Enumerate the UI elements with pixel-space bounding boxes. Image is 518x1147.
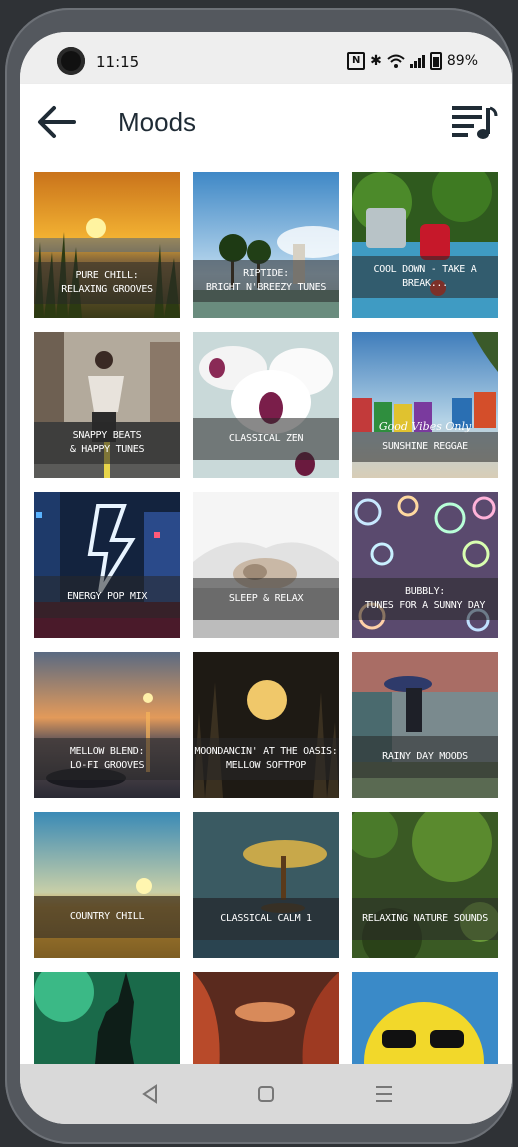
tile-label: CLASSICAL CALM 1 <box>220 913 312 924</box>
mood-tile[interactable]: MELLOW BLEND: LO-FI GROOVES <box>34 652 180 798</box>
battery-percent: 89% <box>446 53 478 69</box>
system-nav-bar <box>20 1064 512 1124</box>
app-header: Moods <box>20 84 512 159</box>
queue-button[interactable] <box>450 100 498 142</box>
mood-tile[interactable]: MOONDANCIN' AT THE OASIS: MELLOW SOFTPOP <box>193 652 339 798</box>
front-camera <box>57 47 85 75</box>
mood-tile[interactable]: CLASSICAL ZEN <box>193 332 339 478</box>
wifi-icon <box>387 54 405 68</box>
screen: 11:15 N ✱ 89% Moods PURE CHILL: RELAXING… <box>20 32 512 1124</box>
nav-home-button[interactable] <box>246 1078 286 1110</box>
mood-tile[interactable]: RELAXING NATURE SOUNDS <box>352 812 498 958</box>
moods-grid: PURE CHILL: RELAXING GROOVES RIPTIDE: BR… <box>20 158 512 1064</box>
tile-label: ENERGY POP MIX <box>66 591 148 602</box>
mood-tile[interactable]: COUNTRY CHILL <box>34 812 180 958</box>
mood-tile[interactable]: RAINY DAY MOODS <box>352 652 498 798</box>
tile-label: RELAXING NATURE SOUNDS <box>362 913 488 924</box>
mood-tile[interactable]: Good Vibes Only SUNSHINE REGGAE <box>352 332 498 478</box>
mood-tile[interactable]: COOL DOWN - TAKE A BREAK... <box>352 172 498 318</box>
back-button[interactable] <box>36 102 78 142</box>
tile-label: MELLOW BLEND: LO-FI GROOVES <box>69 746 145 771</box>
status-bar: 11:15 N ✱ 89% <box>20 32 512 84</box>
mood-tile[interactable] <box>352 972 498 1064</box>
mood-tile[interactable]: BUBBLY: TUNES FOR A SUNNY DAY <box>352 492 498 638</box>
nfc-icon: N <box>347 52 366 70</box>
menu-lines-icon <box>376 1086 392 1102</box>
page-title: Moods <box>118 107 197 137</box>
tile-label: PURE CHILL: RELAXING GROOVES <box>61 270 153 295</box>
tile-label: COOL DOWN - TAKE A BREAK... <box>373 264 477 289</box>
tile-label: SNAPPY BEATS & HAPPY TUNES <box>69 430 145 455</box>
nav-recents-button[interactable] <box>364 1078 404 1110</box>
mood-tile[interactable]: ENERGY POP MIX <box>34 492 180 638</box>
arrow-left-icon <box>38 106 76 138</box>
tile-label: SLEEP & RELAX <box>228 593 304 604</box>
nav-back-button[interactable] <box>130 1078 170 1110</box>
status-icons: N ✱ 89% <box>347 52 478 70</box>
tile-label: SUNSHINE REGGAE <box>382 441 468 452</box>
playlist-icon <box>452 106 498 139</box>
mood-tile[interactable]: RIPTIDE: BRIGHT N'BREEZY TUNES <box>193 172 339 318</box>
tile-label: COUNTRY CHILL <box>69 911 145 922</box>
mood-tile[interactable]: SNAPPY BEATS & HAPPY TUNES <box>34 332 180 478</box>
canyon-image <box>193 972 339 1064</box>
square-home-icon <box>258 1086 274 1102</box>
signal-icon <box>409 54 425 68</box>
mood-tile[interactable]: SLEEP & RELAX <box>193 492 339 638</box>
mood-tile[interactable] <box>193 972 339 1064</box>
battery-icon <box>429 52 442 70</box>
tile-label: CLASSICAL ZEN <box>228 433 304 444</box>
tile-label: BUBBLY: TUNES FOR A SUNNY DAY <box>364 586 486 611</box>
mood-tile[interactable] <box>34 972 180 1064</box>
tile-label: RIPTIDE: BRIGHT N'BREEZY TUNES <box>205 268 327 293</box>
mood-tile[interactable]: CLASSICAL CALM 1 <box>193 812 339 958</box>
bluetooth-icon: ✱ <box>370 53 382 69</box>
mood-tile[interactable]: PURE CHILL: RELAXING GROOVES <box>34 172 180 318</box>
tile-label: MOONDANCIN' AT THE OASIS: MELLOW SOFTPOP <box>194 746 338 771</box>
status-time: 11:15 <box>96 53 140 71</box>
smiley-sunglasses-image <box>352 972 498 1064</box>
concert-silhouette-image <box>34 972 180 1064</box>
triangle-back-icon <box>142 1084 157 1104</box>
tile-label: RAINY DAY MOODS <box>382 751 468 762</box>
